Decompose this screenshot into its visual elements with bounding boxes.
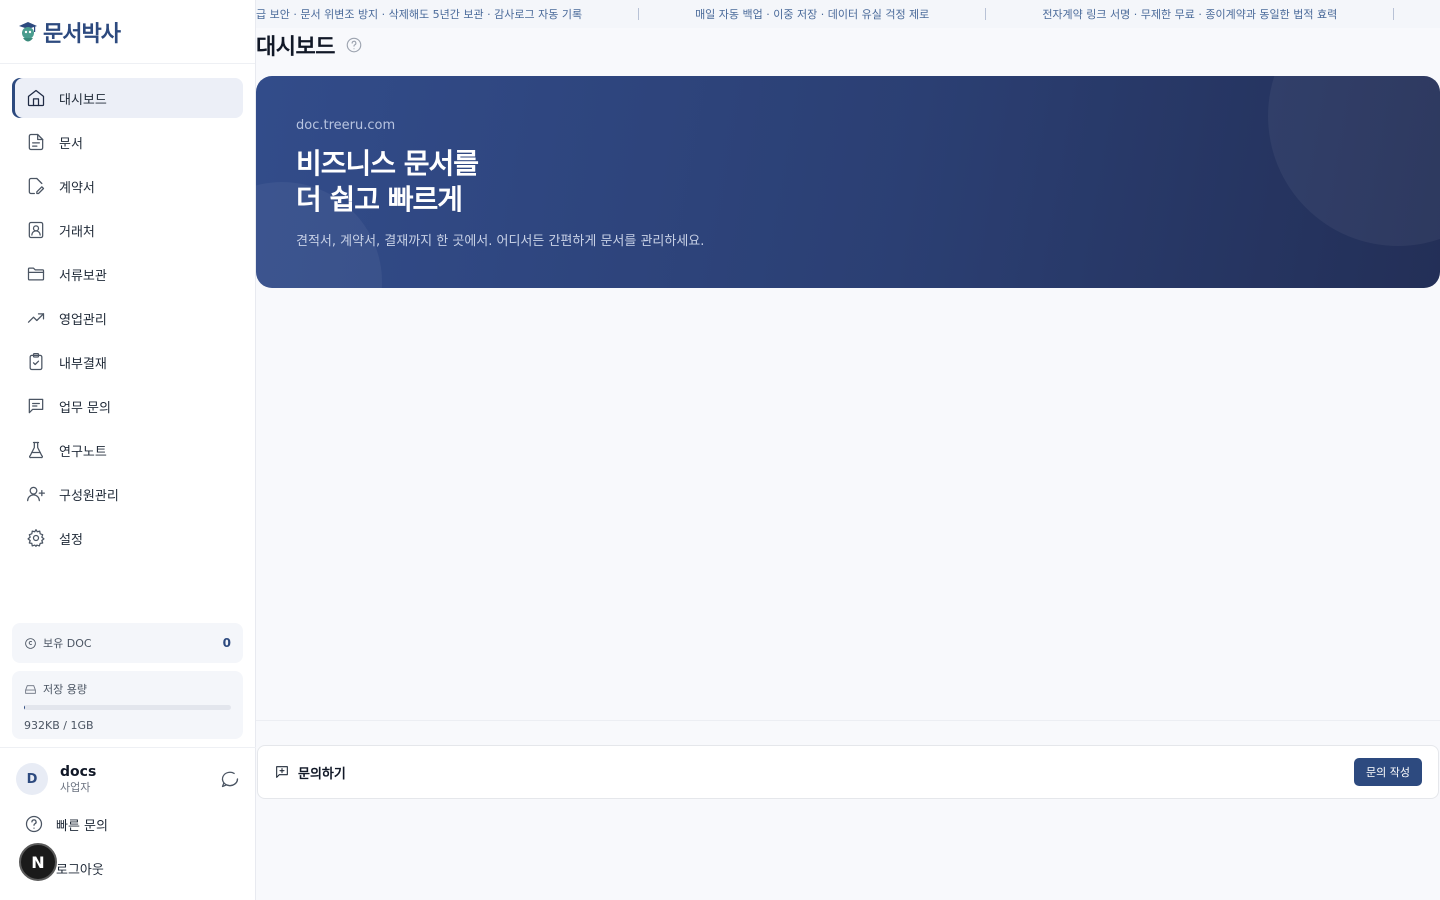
- logo[interactable]: 문서박사: [0, 0, 255, 64]
- sidebar-item-label: 거래처: [59, 224, 95, 240]
- storage-label: 저장 용량: [43, 683, 87, 696]
- hard-drive-icon: [25, 684, 36, 694]
- banner-domain: doc.treeru.com: [296, 118, 396, 133]
- chat-bubble-icon[interactable]: [220, 769, 240, 789]
- sidebar-item-documents[interactable]: 문서: [12, 122, 243, 162]
- storage-header: 저장 용량: [24, 681, 231, 697]
- storage-usage-text: 932KB / 1GB: [24, 719, 94, 732]
- sidebar-item-label: 설정: [59, 532, 83, 548]
- doc-balance-card: 보유 DOC 0: [12, 623, 243, 663]
- sidebar-item-label: 연구노트: [59, 444, 107, 460]
- sidebar-item-label: 대시보드: [59, 92, 107, 108]
- user-profile[interactable]: D docs 사업자: [16, 761, 240, 797]
- sidebar-item-label: 서류보관: [59, 268, 107, 284]
- page-header: 대시보드: [256, 30, 363, 60]
- logo-text: 문서박사: [43, 21, 121, 47]
- banner-title: 비즈니스 문서를 더 쉽고 빠르게: [296, 146, 479, 218]
- sidebar-item-label: 계약서: [59, 180, 95, 196]
- quick-inquiry-link[interactable]: 빠른 문의: [24, 812, 108, 836]
- banner-subtitle: 견적서, 계약서, 결재까지 한 곳에서. 어디서든 간편하게 문서를 관리하세…: [296, 234, 705, 249]
- sidebar-item-settings[interactable]: 설정: [12, 518, 243, 558]
- doc-balance-value: 0: [222, 636, 231, 650]
- avatar: D: [16, 763, 48, 795]
- sidebar-item-sales[interactable]: 영업관리: [12, 298, 243, 338]
- logo-mascot-icon: [19, 21, 37, 41]
- trending-up-icon: [27, 313, 45, 323]
- sidebar-nav: 대시보드 문서 계약서 거래처 서류보관 영업관리 내부결재 업무 문의 연구노…: [12, 78, 243, 562]
- contact-card-icon: [28, 221, 44, 239]
- user-plus-icon: [27, 486, 45, 502]
- sidebar-item-work-inquiry[interactable]: 업무 문의: [12, 386, 243, 426]
- logout-label: 로그아웃: [56, 862, 104, 878]
- message-plus-icon: [276, 766, 288, 778]
- storage-card: 저장 용량 932KB / 1GB: [12, 671, 243, 739]
- sidebar-item-label: 영업관리: [59, 312, 107, 328]
- ticker-item: 매일 자동 백업 · 이중 저장 · 데이터 유실 걱정 제로: [695, 8, 930, 21]
- gear-icon: [27, 529, 45, 547]
- hero-banner: doc.treeru.com 비즈니스 문서를 더 쉽고 빠르게 견적서, 계약…: [256, 76, 1440, 288]
- banner-decor-circle: [1268, 76, 1440, 246]
- message-square-icon: [28, 398, 44, 414]
- sidebar-item-label: 구성원관리: [59, 488, 119, 504]
- clipboard-check-icon: [29, 353, 43, 371]
- announcement-ticker: 급 보안 · 문서 위변조 방지 · 삭제해도 5년간 보관 · 감사로그 자동…: [256, 0, 1440, 28]
- inquiry-panel: 문의하기 문의 작성: [257, 745, 1439, 799]
- sidebar-item-approval[interactable]: 내부결재: [12, 342, 243, 382]
- folder-icon: [27, 267, 45, 281]
- sidebar-item-members[interactable]: 구성원관리: [12, 474, 243, 514]
- sidebar-item-label: 내부결재: [59, 356, 107, 372]
- doc-balance-label: 보유 DOC: [43, 637, 92, 650]
- sidebar-item-archive[interactable]: 서류보관: [12, 254, 243, 294]
- help-circle-icon[interactable]: [345, 36, 363, 54]
- inquiry-label: 문의하기: [298, 766, 346, 782]
- storage-progress-fill: [24, 705, 25, 710]
- sidebar-item-dashboard[interactable]: 대시보드: [12, 78, 243, 118]
- sidebar-item-research-notes[interactable]: 연구노트: [12, 430, 243, 470]
- ticker-separator: [985, 8, 987, 20]
- contract-edit-icon: [28, 177, 45, 195]
- ticker-item: 전자계약 링크 서명 · 무제한 무료 · 종이계약과 동일한 법적 효력: [1042, 8, 1338, 21]
- doc-coin-icon: [25, 637, 36, 649]
- sidebar-item-clients[interactable]: 거래처: [12, 210, 243, 250]
- storage-progress-bar: [24, 705, 231, 710]
- floating-n-badge[interactable]: N: [19, 843, 57, 881]
- quick-inquiry-label: 빠른 문의: [56, 818, 108, 834]
- page-title: 대시보드: [256, 35, 335, 60]
- user-info: docs 사업자: [60, 763, 220, 795]
- help-circle-icon: [25, 815, 43, 833]
- user-name: docs: [60, 764, 97, 780]
- sidebar-item-label: 업무 문의: [59, 400, 111, 416]
- sidebar-item-label: 문서: [59, 136, 83, 152]
- sidebar-item-contracts[interactable]: 계약서: [12, 166, 243, 206]
- content-divider: [256, 720, 1440, 721]
- ticker-separator: [1393, 8, 1395, 20]
- user-role: 사업자: [60, 781, 91, 794]
- write-inquiry-button[interactable]: 문의 작성: [1354, 758, 1422, 786]
- flask-icon: [29, 441, 43, 459]
- home-icon: [27, 89, 45, 107]
- ticker-separator: [638, 8, 640, 20]
- sidebar: 문서박사 대시보드 문서 계약서 거래처 서류보관 영업관리 내부결재 업무 문…: [0, 0, 256, 900]
- document-icon: [28, 133, 44, 151]
- user-section-divider: [0, 747, 256, 748]
- banner-title-line: 더 쉽고 빠르게: [296, 183, 463, 216]
- ticker-item: 급 보안 · 문서 위변조 방지 · 삭제해도 5년간 보관 · 감사로그 자동…: [256, 8, 583, 21]
- banner-title-line: 비즈니스 문서를: [296, 147, 479, 180]
- ticker-track: 급 보안 · 문서 위변조 방지 · 삭제해도 5년간 보관 · 감사로그 자동…: [256, 0, 1440, 28]
